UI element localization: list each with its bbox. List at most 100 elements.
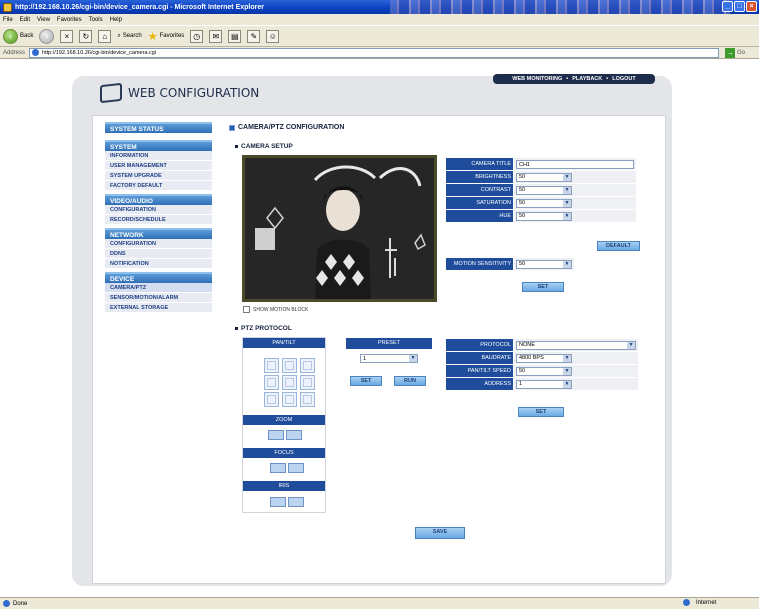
- status-text: Done: [13, 600, 28, 607]
- messenger-icon[interactable]: ☺: [266, 29, 280, 43]
- sidebar-item-sensor-motion-alarm[interactable]: SENSOR/MOTION/ALARM: [105, 293, 212, 303]
- brightness-label: BRIGHTNESS: [445, 170, 514, 184]
- default-button[interactable]: DEFAULT: [597, 241, 640, 251]
- search-button[interactable]: ⌕ Search: [117, 33, 141, 40]
- camera-title-input[interactable]: CH1: [516, 159, 634, 169]
- menu-edit[interactable]: Edit: [20, 17, 30, 23]
- pan-down-left-button[interactable]: [264, 392, 279, 407]
- contrast-label: CONTRAST: [445, 183, 514, 197]
- sidebar-system-status[interactable]: SYSTEM STATUS: [105, 122, 212, 133]
- monitor-icon: [100, 82, 122, 104]
- address-label: ADDRESS: [445, 377, 514, 391]
- pan-right-button[interactable]: [300, 375, 315, 390]
- sidebar-item-user-management[interactable]: USER MANAGEMENT: [105, 161, 212, 171]
- bullet-icon: [235, 327, 238, 330]
- brightness-select[interactable]: 50 ▼: [516, 172, 572, 182]
- maximize-button[interactable]: □: [734, 1, 745, 12]
- iris-open-button[interactable]: [288, 497, 304, 507]
- sidebar-item-notification[interactable]: NOTIFICATION: [105, 259, 212, 269]
- sidebar-item-camera-ptz[interactable]: CAMERA/PTZ: [105, 283, 212, 293]
- pan-tilt-speed-select[interactable]: 50 ▼: [516, 366, 572, 376]
- nav-playback[interactable]: PLAYBACK: [572, 76, 602, 82]
- save-button[interactable]: SAVE: [415, 527, 465, 539]
- mail-icon[interactable]: ✉: [209, 29, 223, 43]
- pan-center-button[interactable]: [282, 375, 297, 390]
- star-icon: ★: [147, 30, 158, 43]
- go-label[interactable]: Go: [737, 50, 745, 56]
- show-motion-block-label: SHOW MOTION BLOCK: [253, 306, 309, 313]
- protocol-label: PROTOCOL: [445, 338, 514, 352]
- address-select[interactable]: 1 ▼: [516, 379, 572, 389]
- go-button[interactable]: →: [725, 47, 736, 58]
- show-motion-block-checkbox[interactable]: [243, 306, 250, 313]
- pan-up-button[interactable]: [282, 358, 297, 373]
- favorites-button[interactable]: ★ Favorites: [148, 30, 185, 43]
- menu-favorites[interactable]: Favorites: [57, 17, 82, 23]
- page-title: WEB CONFIGURATION: [128, 86, 260, 100]
- internet-zone-icon: [683, 599, 690, 606]
- sidebar-section-network[interactable]: NETWORK: [105, 228, 212, 239]
- baudrate-select[interactable]: 4800 BPS ▼: [516, 353, 572, 363]
- pan-tilt-header: PAN/TILT: [243, 338, 325, 348]
- dropdown-arrow-icon: ▼: [563, 260, 571, 268]
- pan-up-right-button[interactable]: [300, 358, 315, 373]
- edit-icon[interactable]: ✎: [247, 29, 261, 43]
- nav-web-monitoring[interactable]: WEB MONITORING: [512, 76, 562, 82]
- iris-header: IRIS: [243, 481, 325, 491]
- focus-near-button[interactable]: [270, 463, 286, 473]
- zoom-in-button[interactable]: [286, 430, 302, 440]
- motion-sensitivity-select[interactable]: 50 ▼: [516, 259, 572, 269]
- page-status-icon: [3, 600, 10, 607]
- zoom-out-button[interactable]: [268, 430, 284, 440]
- pan-up-left-button[interactable]: [264, 358, 279, 373]
- sidebar-item-configuration[interactable]: CONFIGURATION: [105, 205, 212, 215]
- stop-icon[interactable]: ×: [60, 29, 74, 43]
- pan-left-button[interactable]: [264, 375, 279, 390]
- sidebar-section-device[interactable]: DEVICE: [105, 272, 212, 283]
- sidebar-item-record-schedule[interactable]: RECORD/SCHEDULE: [105, 215, 212, 225]
- camera-set-button[interactable]: SET: [522, 282, 564, 292]
- sidebar-item-ddns[interactable]: DDNS: [105, 249, 212, 259]
- page-icon: [32, 49, 40, 56]
- show-motion-block[interactable]: SHOW MOTION BLOCK: [243, 306, 308, 313]
- minimize-button[interactable]: _: [722, 1, 733, 12]
- ie-icon: [3, 2, 12, 12]
- pan-down-right-button[interactable]: [300, 392, 315, 407]
- focus-far-button[interactable]: [288, 463, 304, 473]
- preset-run-button[interactable]: RUN: [394, 376, 426, 386]
- nav-logout[interactable]: LOGOUT: [612, 76, 636, 82]
- preset-value: 1: [363, 355, 367, 362]
- forward-button[interactable]: ›: [39, 28, 55, 44]
- menu-file[interactable]: File: [3, 17, 13, 23]
- print-icon[interactable]: ▤: [228, 29, 242, 43]
- contrast-select[interactable]: 50 ▼: [516, 185, 572, 195]
- sidebar-section-system[interactable]: SYSTEM: [105, 140, 212, 151]
- history-icon[interactable]: ◷: [190, 29, 204, 43]
- back-arrow-icon: ‹: [3, 28, 18, 44]
- sidebar-item-system-upgrade[interactable]: SYSTEM UPGRADE: [105, 171, 212, 181]
- sidebar-item-factory-default[interactable]: FACTORY DEFAULT: [105, 181, 212, 191]
- page-header: WEB CONFIGURATION: [100, 82, 260, 104]
- sidebar-item-network-configuration[interactable]: CONFIGURATION: [105, 239, 212, 249]
- menu-tools[interactable]: Tools: [89, 17, 103, 23]
- protocol-select[interactable]: NONE ▼: [516, 340, 636, 350]
- sidebar-item-information[interactable]: INFORMATION: [105, 151, 212, 161]
- sidebar-section-video-audio[interactable]: VIDEO/AUDIO: [105, 194, 212, 205]
- address-input[interactable]: http://192.168.10.26/cgi-bin/device_came…: [29, 47, 720, 58]
- home-icon[interactable]: ⌂: [98, 29, 112, 43]
- iris-close-button[interactable]: [270, 497, 286, 507]
- hue-label: HUE: [445, 209, 514, 223]
- hue-select[interactable]: 50 ▼: [516, 211, 572, 221]
- saturation-select[interactable]: 50 ▼: [516, 198, 572, 208]
- back-button[interactable]: ‹ Back: [3, 28, 33, 44]
- pan-down-button[interactable]: [282, 392, 297, 407]
- sidebar-item-external-storage[interactable]: EXTERNAL STORAGE: [105, 303, 212, 313]
- search-icon: ⌕: [117, 32, 121, 39]
- menu-view[interactable]: View: [37, 17, 50, 23]
- close-button[interactable]: ×: [746, 1, 757, 12]
- ptz-set-button[interactable]: SET: [518, 407, 564, 417]
- preset-select[interactable]: 1 ▼: [360, 354, 418, 363]
- menu-help[interactable]: Help: [110, 17, 122, 23]
- refresh-icon[interactable]: ↻: [79, 29, 93, 43]
- preset-set-button[interactable]: SET: [350, 376, 382, 386]
